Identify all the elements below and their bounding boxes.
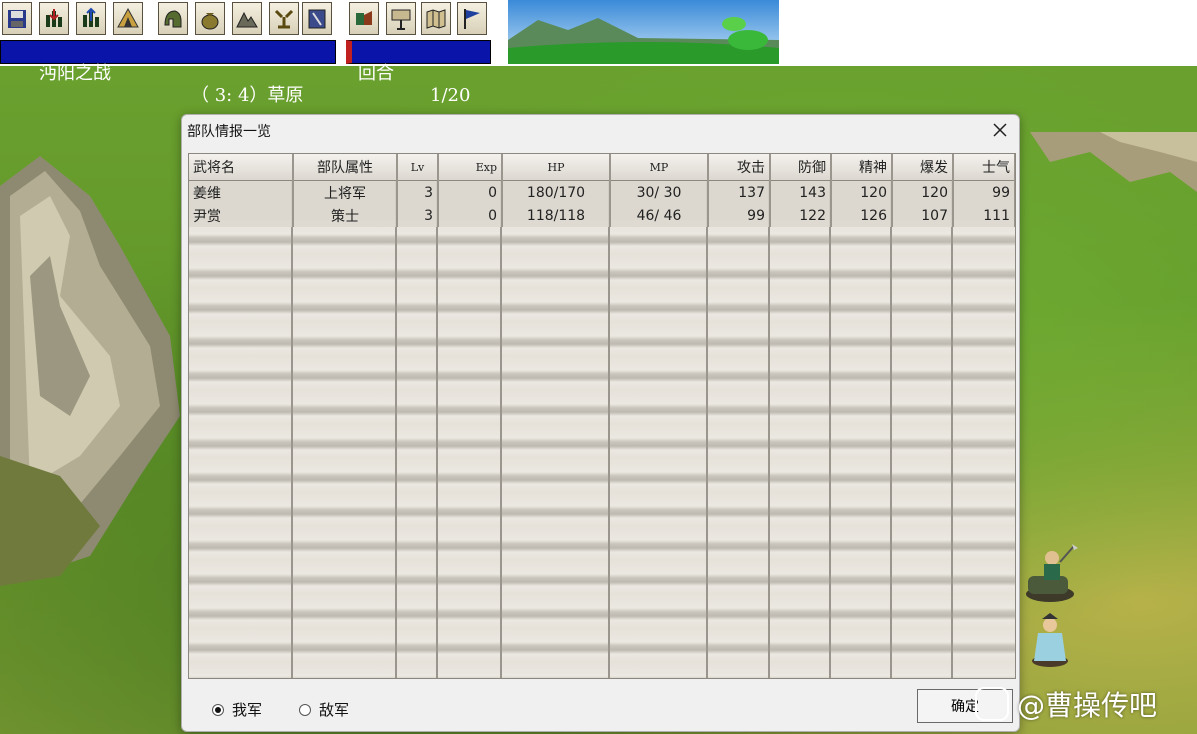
helmet-icon[interactable] xyxy=(158,2,188,35)
camp-icon[interactable] xyxy=(113,2,143,35)
cell-spirit: 126 xyxy=(831,204,893,227)
cell-exp: 0 xyxy=(438,204,503,227)
army-icon[interactable] xyxy=(349,2,379,35)
radio-enemy-army[interactable]: 敌军 xyxy=(299,699,349,720)
cell-lv: 3 xyxy=(397,204,439,227)
column-header-hp[interactable]: HP xyxy=(502,154,611,181)
column-header-morale[interactable]: 士气 xyxy=(953,154,1015,181)
watermark: @曹操传吧 xyxy=(975,684,1157,724)
radio-dot-selected[interactable] xyxy=(212,703,224,716)
battle-name: 沔阳之战 xyxy=(39,63,111,84)
turn-label: 回合 xyxy=(358,63,394,84)
unit-info-dialog: 部队情报一览 武将名 部队属性 Lv Exp HP MP 攻击 防御 精神 爆发… xyxy=(181,114,1020,732)
column-header-attack[interactable]: 攻击 xyxy=(708,154,771,181)
book-icon[interactable] xyxy=(302,2,332,35)
map-icon[interactable] xyxy=(421,2,451,35)
strategist-unit-yinshang[interactable] xyxy=(1026,611,1074,669)
cell-hp: 180/170 xyxy=(502,180,611,204)
table-header-row: 武将名 部队属性 Lv Exp HP MP 攻击 防御 精神 爆发 士气 xyxy=(189,154,1015,181)
cell-burst: 107 xyxy=(892,204,954,227)
turn-bar: 回合 1/20 xyxy=(346,40,491,106)
cell-class: 策士 xyxy=(293,204,398,227)
unit-info-table: 武将名 部队属性 Lv Exp HP MP 攻击 防御 精神 爆发 士气 姜维 … xyxy=(189,154,1015,227)
unit-table: 武将名 部队属性 Lv Exp HP MP 攻击 防御 精神 爆发 士气 姜维 … xyxy=(188,153,1016,679)
cell-morale: 99 xyxy=(953,180,1015,204)
mountain-icon[interactable] xyxy=(232,2,262,35)
table-row[interactable]: 姜维 上将军 3 0 180/170 30/ 30 137 143 120 12… xyxy=(189,180,1015,204)
cell-exp: 0 xyxy=(438,180,503,204)
terrain-icon[interactable] xyxy=(386,2,416,35)
cursor-position-terrain: （ 3: 4）草原 xyxy=(191,85,304,106)
cell-defense: 122 xyxy=(770,204,832,227)
game-toolbar: 沔阳之战 （ 3: 4）草原 回合 1/20 xyxy=(0,0,1197,106)
tactic-icon[interactable] xyxy=(269,2,299,35)
radio-our-army-label: 我军 xyxy=(232,701,263,719)
cell-attack: 99 xyxy=(708,204,771,227)
column-header-burst[interactable]: 爆发 xyxy=(892,154,954,181)
column-header-name[interactable]: 武将名 xyxy=(189,154,294,181)
save-icon[interactable] xyxy=(2,2,32,35)
cell-mp: 30/ 30 xyxy=(610,180,709,204)
terrain-scenery-preview xyxy=(508,0,779,64)
cell-class: 上将军 xyxy=(293,180,398,204)
unit-out-icon[interactable] xyxy=(76,2,106,35)
cell-morale: 111 xyxy=(953,204,1015,227)
radio-our-army[interactable]: 我军 xyxy=(212,699,262,720)
flag-icon[interactable] xyxy=(457,2,487,35)
cell-lv: 3 xyxy=(397,180,439,204)
cell-name: 尹赏 xyxy=(189,204,294,227)
table-row[interactable]: 尹赏 策士 3 0 118/118 46/ 46 99 122 126 107 … xyxy=(189,204,1015,227)
cell-burst: 120 xyxy=(892,180,954,204)
column-header-lv[interactable]: Lv xyxy=(397,154,439,181)
rocky-terrain-right xyxy=(1030,132,1197,192)
load-icon[interactable] xyxy=(39,2,69,35)
cell-spirit: 120 xyxy=(831,180,893,204)
cell-mp: 46/ 46 xyxy=(610,204,709,227)
dialog-footer: 我军 敌军 确定 xyxy=(182,685,1019,731)
column-header-exp[interactable]: Exp xyxy=(438,154,503,181)
column-header-defense[interactable]: 防御 xyxy=(770,154,832,181)
cell-hp: 118/118 xyxy=(502,204,611,227)
column-header-mp[interactable]: MP xyxy=(610,154,709,181)
dialog-title: 部队情报一览 xyxy=(187,124,271,140)
radio-dot[interactable] xyxy=(299,703,311,716)
cavalry-unit-jiangwei[interactable] xyxy=(1020,544,1080,606)
table-background xyxy=(189,220,1015,678)
column-header-class[interactable]: 部队属性 xyxy=(293,154,398,181)
turn-value: 1/20 xyxy=(430,85,471,106)
cell-attack: 137 xyxy=(708,180,771,204)
watermark-text: @曹操传吧 xyxy=(1017,689,1158,722)
tieba-logo-icon xyxy=(975,687,1009,721)
battle-info-bar: 沔阳之战 （ 3: 4）草原 xyxy=(0,40,336,106)
radio-enemy-army-label: 敌军 xyxy=(319,701,350,719)
close-icon[interactable] xyxy=(989,119,1011,141)
column-header-spirit[interactable]: 精神 xyxy=(831,154,893,181)
cell-defense: 143 xyxy=(770,180,832,204)
cell-name: 姜维 xyxy=(189,180,294,204)
money-bag-icon[interactable] xyxy=(195,2,225,35)
mountain-terrain xyxy=(0,156,180,586)
